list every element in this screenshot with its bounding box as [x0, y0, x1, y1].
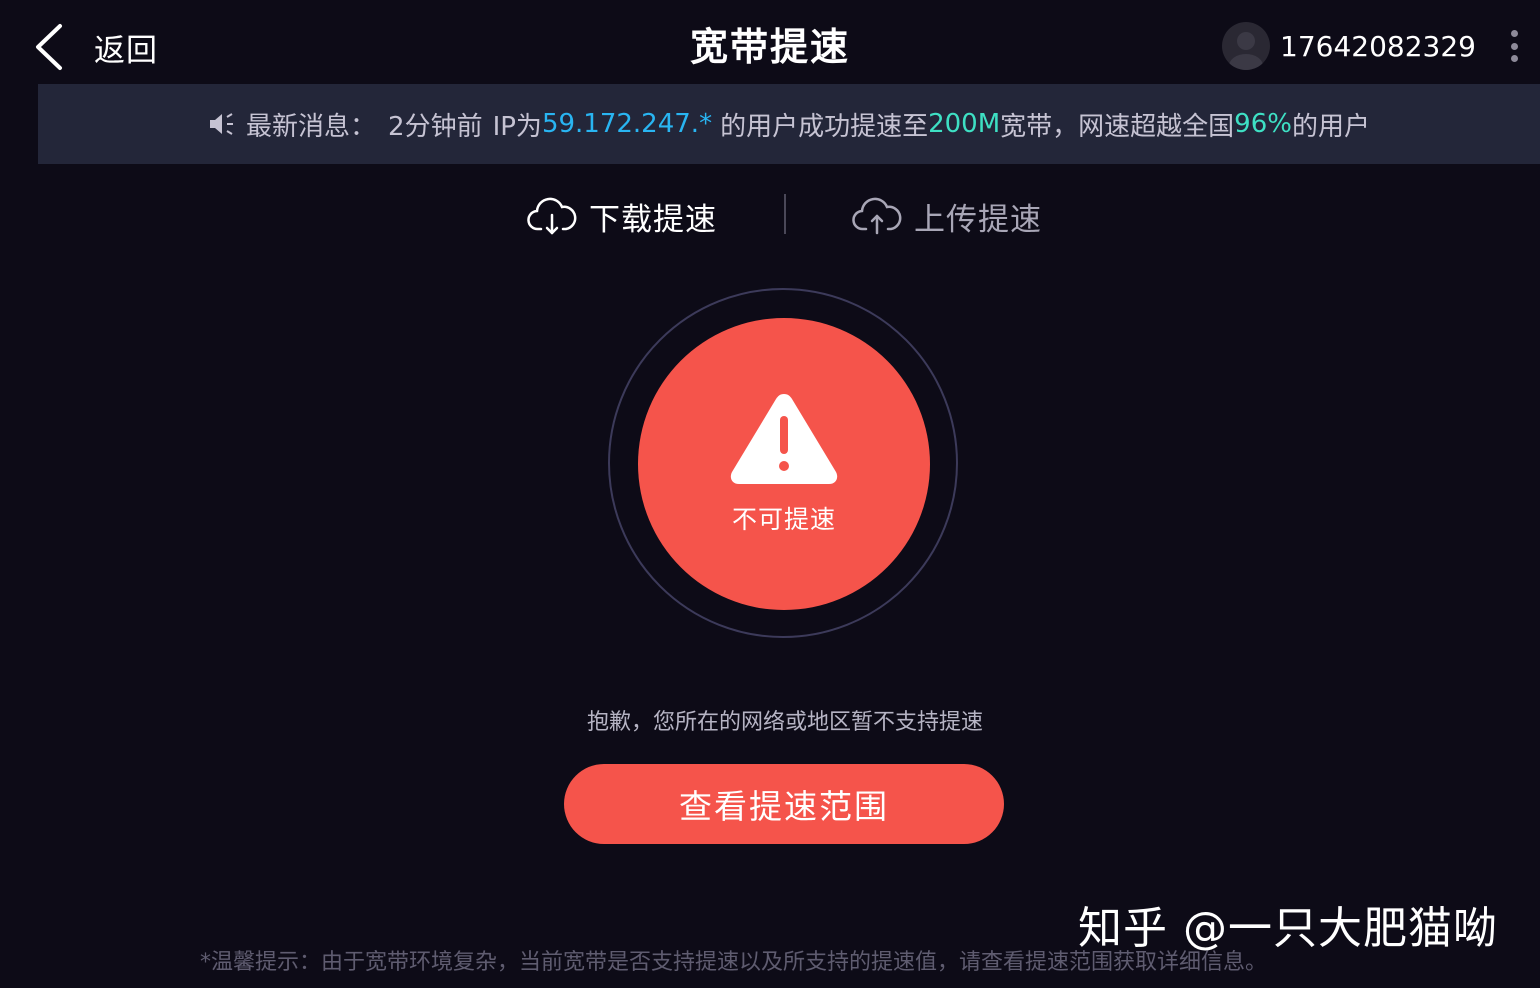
- status-label: 不可提速: [731, 505, 836, 534]
- news-prefix: 最新消息：: [246, 111, 377, 142]
- speedup-page: 返回 宽带提速 17642082329 最新消息： 2分钟前 IP为 59.17…: [0, 0, 1540, 988]
- tab-upload-label: 上传提速: [914, 201, 1042, 238]
- news-ip-value: 59.172.247.*: [541, 109, 713, 139]
- news-speed-value: 200M: [928, 109, 1001, 139]
- tab-upload-speedup[interactable]: 上传提速: [852, 190, 1042, 242]
- user-area: 17642082329: [1222, 20, 1540, 72]
- news-middle-text: 的用户成功提速至: [720, 111, 929, 142]
- news-percent-value: 96%: [1234, 109, 1292, 139]
- tab-download-label: 下载提速: [589, 201, 717, 238]
- news-time: 2分钟前: [388, 111, 483, 142]
- news-ip-label: IP为: [492, 111, 542, 142]
- unsupported-message: 抱歉，您所在的网络或地区暂不支持提速: [586, 710, 983, 735]
- more-dot-icon: [1510, 42, 1518, 50]
- status-indicator: 不可提速: [638, 318, 930, 610]
- user-icon: [1229, 32, 1264, 70]
- speedup-tabs: 下载提速 上传提速: [0, 190, 1540, 242]
- speaker-icon: [210, 113, 234, 135]
- phone-number: 17642082329: [1280, 29, 1476, 63]
- footer-note: *温馨提示：由于宽带环境复杂，当前宽带是否支持提速以及所支持的提速值，请查看提速…: [200, 950, 1268, 975]
- more-dot-icon: [1510, 55, 1518, 62]
- cloud-download-icon: [527, 197, 577, 235]
- cloud-upload-icon: [852, 197, 902, 235]
- tab-divider: [784, 194, 786, 234]
- view-range-button[interactable]: 查看提速范围: [564, 764, 1004, 844]
- more-menu-button[interactable]: [1504, 26, 1524, 66]
- news-end-text: 的用户: [1291, 111, 1370, 142]
- warning-icon: [730, 394, 838, 484]
- news-banner: 最新消息： 2分钟前 IP为 59.172.247.* 的用户成功提速至 200…: [38, 84, 1540, 164]
- tab-download-speedup[interactable]: 下载提速: [527, 190, 717, 242]
- news-speed-suffix: 宽带，网速超越全国: [1000, 111, 1235, 142]
- avatar[interactable]: [1222, 22, 1271, 70]
- more-dot-icon: [1510, 30, 1518, 37]
